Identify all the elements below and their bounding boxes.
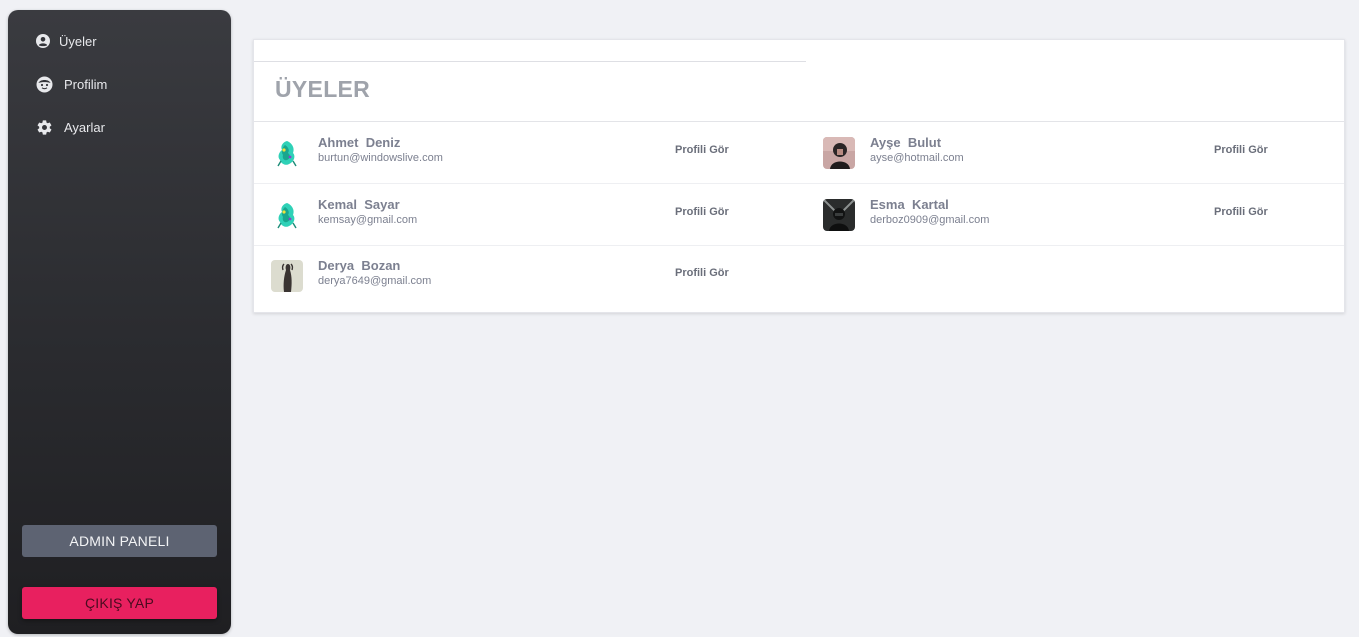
page-title: ÜYELER: [275, 76, 371, 102]
sidebar-item-label: Ayarlar: [64, 119, 105, 135]
avatar[interactable]: [823, 199, 855, 231]
user-circle-icon: [35, 32, 51, 50]
member-email: ayse@hotmail.com: [870, 152, 964, 164]
member-name[interactable]: Esma Kartal: [870, 197, 949, 212]
member-email: kemsay@gmail.com: [318, 214, 418, 226]
card-top-line: [254, 61, 806, 62]
sidebar: Üyeler Profilim Ayarlar ADMIN PANELI ÇIK…: [8, 10, 231, 634]
member-item: Kemal Sayar kemsay@gmail.com Profili Gör: [271, 195, 741, 235]
view-profile-link[interactable]: Profili Gör: [1214, 144, 1268, 156]
sidebar-item-ayarlar[interactable]: Ayarlar: [35, 117, 105, 137]
member-name[interactable]: Ahmet Deniz: [318, 135, 400, 150]
avatar[interactable]: [271, 199, 303, 231]
member-item: Ayşe Bulut ayse@hotmail.com Profili Gör: [823, 133, 1293, 173]
row-divider: [254, 245, 1344, 246]
sidebar-item-label: Profilim: [64, 76, 108, 92]
avatar[interactable]: [823, 137, 855, 169]
view-profile-link[interactable]: Profili Gör: [675, 267, 729, 279]
face-icon: [35, 75, 53, 93]
avatar[interactable]: [271, 260, 303, 292]
sidebar-item-label: Üyeler: [59, 33, 97, 49]
member-email: derboz0909@gmail.com: [870, 214, 990, 226]
member-item: Esma Kartal derboz0909@gmail.com Profili…: [823, 195, 1293, 235]
row-divider: [254, 183, 1344, 184]
logout-button[interactable]: ÇIKIŞ YAP: [22, 587, 217, 619]
member-email: burtun@windowslive.com: [318, 152, 443, 164]
member-item: Ahmet Deniz burtun@windowslive.com Profi…: [271, 133, 741, 173]
member-name[interactable]: Kemal Sayar: [318, 197, 400, 212]
view-profile-link[interactable]: Profili Gör: [675, 144, 729, 156]
gear-icon: [35, 118, 53, 136]
avatar[interactable]: [271, 137, 303, 169]
sidebar-item-profilim[interactable]: Profilim: [35, 74, 107, 94]
member-email: derya7649@gmail.com: [318, 275, 432, 287]
members-card: ÜYELER Ahmet Deniz burtun@windowslive.co…: [253, 39, 1345, 313]
sidebar-item-uyeler[interactable]: Üyeler: [35, 31, 97, 51]
member-name[interactable]: Derya Bozan: [318, 258, 400, 273]
admin-panel-button[interactable]: ADMIN PANELI: [22, 525, 217, 557]
view-profile-link[interactable]: Profili Gör: [1214, 206, 1268, 218]
member-item: Derya Bozan derya7649@gmail.com Profili …: [271, 256, 741, 296]
card-divider: [254, 121, 1344, 122]
view-profile-link[interactable]: Profili Gör: [675, 206, 729, 218]
member-name[interactable]: Ayşe Bulut: [870, 135, 941, 150]
